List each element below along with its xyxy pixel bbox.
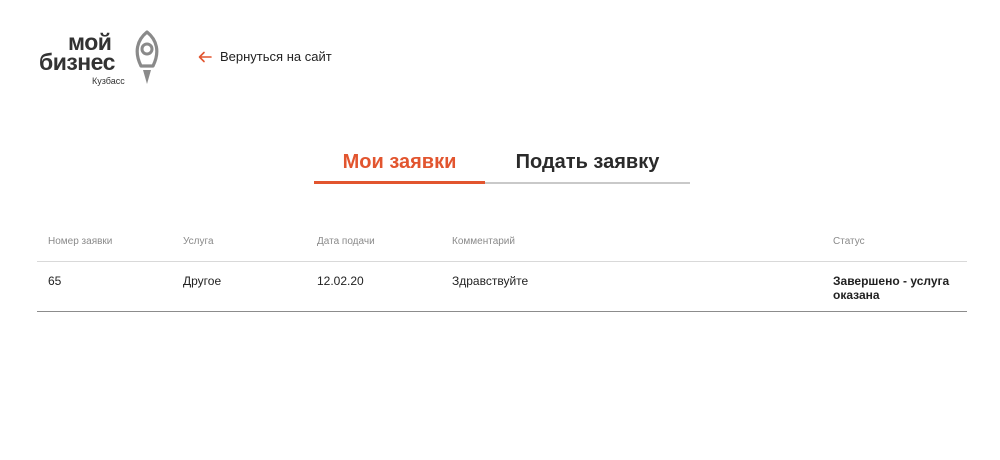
back-link-label: Вернуться на сайт — [220, 49, 332, 64]
logo-word-bottom: бизнес — [39, 49, 115, 75]
cell-comment: Здравствуйте — [452, 274, 529, 288]
column-header-number: Номер заявки — [48, 236, 113, 247]
tab-submit-application[interactable]: Подать заявку — [485, 150, 690, 182]
column-header-service: Услуга — [183, 236, 214, 247]
rocket-icon — [135, 30, 159, 84]
column-header-comment: Комментарий — [452, 236, 515, 247]
page: мой бизнес Кузбасс Вернуться на сайт Мои… — [0, 0, 1000, 460]
tab-my-applications[interactable]: Мои заявки — [314, 150, 485, 184]
back-to-site-link[interactable]: Вернуться на сайт — [198, 49, 332, 64]
cell-service: Другое — [183, 274, 222, 288]
column-header-status: Статус — [833, 236, 865, 247]
cell-number: 65 — [48, 274, 62, 288]
arrow-left-icon — [198, 51, 212, 62]
column-header-date: Дата подачи — [317, 236, 375, 247]
table-header: Номер заявки Услуга Дата подачи Коммента… — [37, 226, 967, 262]
table-row[interactable]: 65 Другое 12.02.20 Здравствуйте Завершен… — [37, 262, 967, 312]
cell-status: Завершено - услуга оказана — [833, 274, 950, 302]
logo-region: Кузбасс — [92, 76, 125, 86]
applications-table: Номер заявки Услуга Дата подачи Коммента… — [37, 226, 967, 312]
tabs: Мои заявки Подать заявку — [314, 150, 690, 184]
cell-date: 12.02.20 — [317, 274, 364, 288]
site-logo[interactable]: мой бизнес Кузбасс — [38, 30, 168, 90]
